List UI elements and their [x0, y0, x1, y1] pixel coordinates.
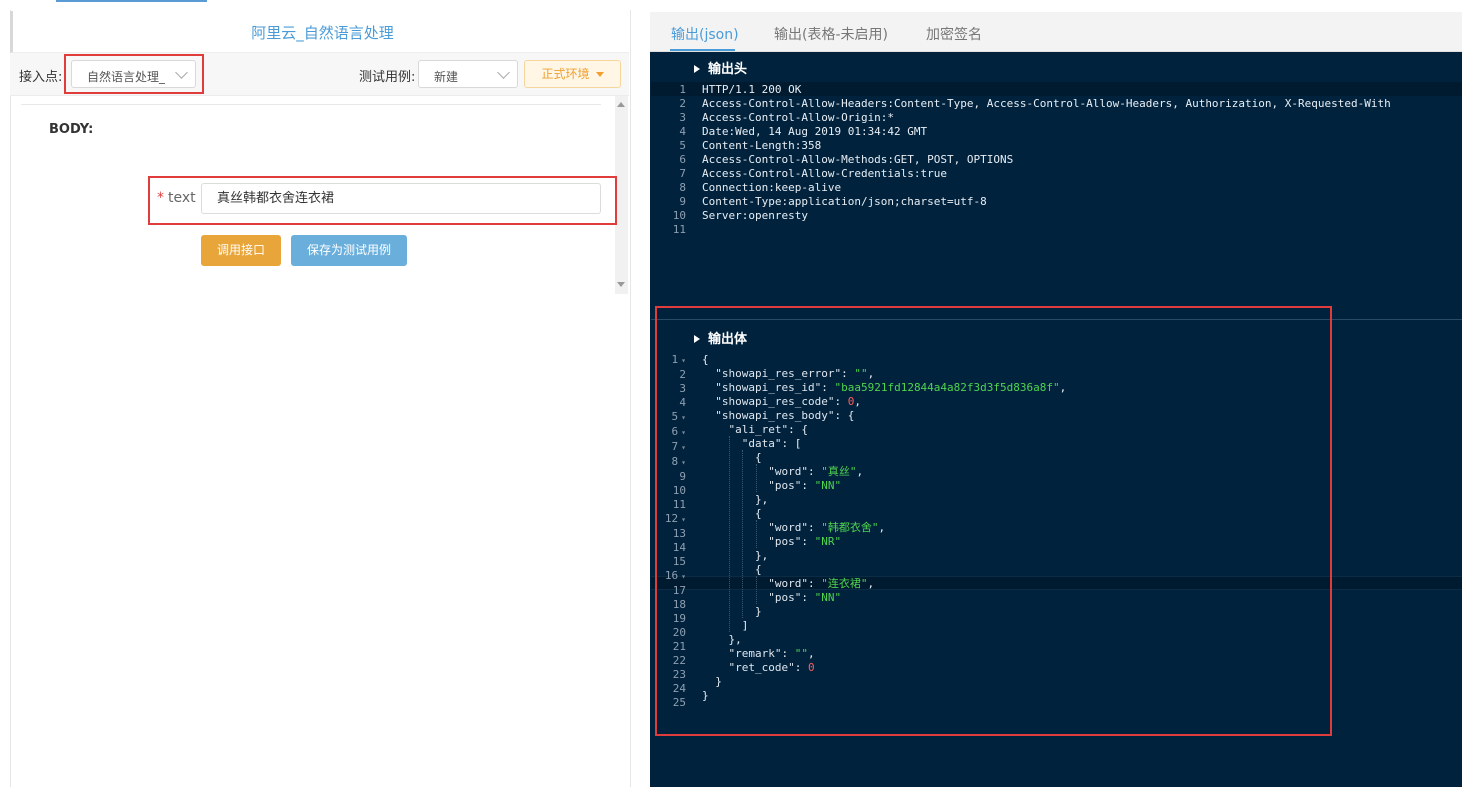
output-tabbar [650, 12, 1462, 52]
header-line-numbers: 1 2 3 4 5 6 7 8 9 10 11 [650, 83, 686, 237]
divider [21, 104, 601, 105]
tab-output-json[interactable]: 输出(json) [671, 24, 739, 44]
line-number: 6 [679, 153, 686, 166]
code-line: Access-Control-Allow-Methods:GET, POST, … [702, 153, 1014, 166]
line-number: 10 [672, 209, 686, 222]
highlight-box-output-body [655, 306, 1332, 736]
line-number: 1 [679, 83, 686, 96]
code-line: HTTP/1.1 200 OK [702, 83, 802, 96]
output-header-title: 输出头 [708, 62, 748, 77]
code-line: Content-Type:application/json;charset=ut… [702, 195, 987, 208]
invoke-api-button[interactable]: 调用接口 [201, 235, 281, 266]
code-line: Access-Control-Allow-Origin:* [702, 111, 895, 124]
api-title-bar: 阿里云_自然语言处理 [10, 11, 629, 53]
access-point-value: 自然语言处理_ [87, 70, 166, 84]
code-line: Date:Wed, 14 Aug 2019 01:34:42 GMT [702, 125, 928, 138]
tab-signature[interactable]: 加密签名 [926, 24, 982, 44]
line-number: 7 [679, 167, 686, 180]
code-line: Access-Control-Allow-Credentials:true [702, 167, 948, 180]
line-number: 3 [679, 111, 686, 124]
body-section-label: BODY: [49, 122, 94, 137]
code-line: Access-Control-Allow-Headers:Content-Typ… [702, 97, 1391, 110]
text-param-name: text [168, 190, 196, 206]
left-panel [10, 10, 631, 787]
output-header-toggle[interactable]: 输出头 [694, 58, 747, 77]
env-button[interactable]: 正式环境 [524, 60, 621, 88]
caret-right-icon [694, 64, 700, 73]
test-case-select[interactable]: 新建 [418, 60, 518, 88]
header-code: HTTP/1.1 200 OK Access-Control-Allow-Head… [702, 83, 1391, 237]
code-line: Server:openresty [702, 209, 808, 222]
access-point-select[interactable]: 自然语言处理_ [71, 60, 196, 88]
code-line: Content-Length:358 [702, 139, 822, 152]
required-star: * [157, 190, 164, 206]
test-case-value: 新建 [434, 70, 459, 84]
code-line: Connection:keep-alive [702, 181, 842, 194]
text-param-input[interactable]: 真丝韩都衣舍连衣裙 [201, 183, 601, 214]
text-param-label: * text [157, 190, 196, 206]
caret-down-icon [595, 72, 604, 77]
scroll-up-icon[interactable] [617, 102, 625, 107]
scroll-down-icon[interactable] [617, 282, 625, 287]
chevron-down-icon [175, 66, 188, 79]
line-number: 11 [672, 223, 686, 236]
line-number: 2 [679, 97, 686, 110]
line-number: 9 [679, 195, 686, 208]
line-number: 8 [679, 181, 686, 194]
active-tab-indicator [670, 49, 735, 51]
test-case-label: 测试用例: [359, 70, 416, 85]
top-accent-bar [56, 0, 207, 2]
line-number: 4 [679, 125, 686, 138]
tab-output-table[interactable]: 输出(表格-未启用) [774, 24, 888, 44]
env-button-label: 正式环境 [541, 67, 590, 81]
api-title: 阿里云_自然语言处理 [251, 24, 394, 42]
line-number: 5 [679, 139, 686, 152]
save-test-case-button[interactable]: 保存为测试用例 [291, 235, 407, 266]
access-point-label: 接入点: [19, 70, 63, 85]
chevron-down-icon [497, 66, 510, 79]
